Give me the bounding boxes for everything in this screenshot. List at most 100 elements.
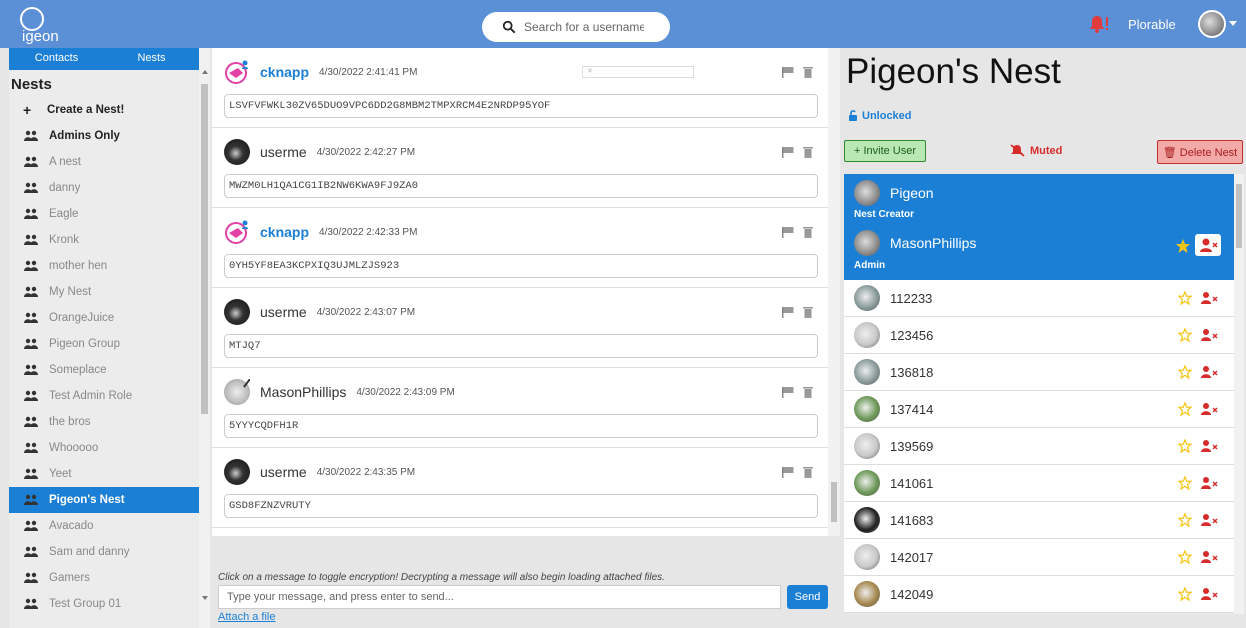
tab-contacts[interactable]: Contacts	[9, 48, 104, 70]
trash-icon[interactable]	[802, 146, 814, 158]
member-scroll-thumb[interactable]	[1236, 184, 1242, 248]
member-row[interactable]: 142049	[844, 576, 1234, 613]
flag-icon[interactable]	[782, 146, 794, 158]
sidebar-item-nest[interactable]: Eagle	[9, 201, 199, 227]
message-body[interactable]: 0YH5YF8EA3KCPXIQ3UJMLZJS923	[224, 254, 818, 278]
member-row[interactable]: 136818	[844, 354, 1234, 391]
member-row[interactable]: 141683	[844, 502, 1234, 539]
trash-icon[interactable]	[802, 386, 814, 398]
member-row[interactable]: 142017	[844, 539, 1234, 576]
star-outline-icon[interactable]	[1178, 587, 1192, 601]
user-menu-name[interactable]: Plorable	[1128, 17, 1176, 32]
sidebar-item-nest[interactable]: Test Admin Role	[9, 383, 199, 409]
sidebar-item-nest[interactable]: Sam and danny	[9, 539, 199, 565]
remove-user-icon[interactable]	[1200, 439, 1218, 453]
sidebar-scroll-thumb[interactable]	[201, 84, 208, 414]
star-outline-icon[interactable]	[1178, 291, 1192, 305]
star-outline-icon[interactable]	[1178, 550, 1192, 564]
message-body[interactable]: LSVFVFWKL30ZV65DUO9VPC6DD2G8MBM2TMPXRCM4…	[224, 94, 818, 118]
flag-icon[interactable]	[782, 386, 794, 398]
star-outline-icon[interactable]	[1178, 328, 1192, 342]
member-row[interactable]: 137414	[844, 391, 1234, 428]
chat-scroll-thumb[interactable]	[831, 482, 837, 522]
remove-user-icon[interactable]	[1200, 402, 1218, 416]
message-body[interactable]: GSD8FZNZVRUTY	[224, 494, 818, 518]
member-list-scrollbar[interactable]	[1234, 174, 1244, 614]
remove-user-icon[interactable]	[1200, 291, 1218, 305]
chevron-down-icon[interactable]	[1229, 21, 1237, 26]
message-item[interactable]: cknapp 4/30/2022 2:41:41 PM LSVFVFWKL30ZV6…	[212, 48, 828, 128]
pigeon-logo[interactable]: igeon	[12, 6, 72, 46]
remove-user-icon[interactable]	[1200, 513, 1218, 527]
message-body[interactable]: MWZM0LH1QA1CG1IB2NW6KWA9FJ9ZA0	[224, 174, 818, 198]
message-item[interactable]: cknapp 4/30/2022 2:42:33 PM 0YH5YF8EA3KCPX…	[212, 208, 828, 288]
message-body[interactable]: MTJQ7	[224, 334, 818, 358]
sidebar-item-nest[interactable]: Someplace	[9, 357, 199, 383]
message-item[interactable]: userme 4/30/2022 2:42:27 PM MWZM0LH1QA1CG1…	[212, 128, 828, 208]
notification-bell-icon[interactable]	[1088, 14, 1110, 34]
remove-user-icon[interactable]	[1200, 587, 1218, 601]
flag-icon[interactable]	[782, 66, 794, 78]
trash-icon[interactable]	[802, 66, 814, 78]
flag-icon[interactable]	[782, 226, 794, 238]
member-row[interactable]: 112233	[844, 280, 1234, 317]
trash-icon[interactable]	[802, 466, 814, 478]
star-outline-icon[interactable]	[1178, 439, 1192, 453]
sidebar-item-nest[interactable]: Kronk	[9, 227, 199, 253]
star-outline-icon[interactable]	[1178, 402, 1192, 416]
member-row[interactable]: 139569	[844, 428, 1234, 465]
message-input[interactable]	[218, 585, 781, 609]
trash-icon[interactable]	[802, 306, 814, 318]
sidebar-item-nest[interactable]: Avacado	[9, 513, 199, 539]
remove-user-icon[interactable]	[1200, 365, 1218, 379]
member-row[interactable]: 141061	[844, 465, 1234, 502]
sidebar-item-nest[interactable]: Pigeon Group	[9, 331, 199, 357]
sidebar-item-nest[interactable]: the bros	[9, 409, 199, 435]
scroll-down-icon[interactable]	[202, 596, 208, 600]
sidebar-item-nest[interactable]: Admins Only	[9, 123, 199, 149]
lock-status[interactable]: Unlocked	[848, 110, 912, 122]
remove-user-icon[interactable]	[1200, 476, 1218, 490]
member-row[interactable]: 123456	[844, 317, 1234, 354]
attach-file-link[interactable]: Attach a file	[218, 611, 275, 623]
sidebar-item-nest[interactable]: My Nest	[9, 279, 199, 305]
mute-toggle[interactable]: Muted	[1010, 144, 1062, 157]
invite-user-button[interactable]: + Invite User	[844, 140, 926, 162]
message-item[interactable]: userme 4/30/2022 2:43:07 PM MTJQ7	[212, 288, 828, 368]
sidebar-item-label: OrangeJuice	[49, 312, 115, 324]
message-item[interactable]: MasonPhillips 4/30/2022 2:43:09 PM 5YYYCQD…	[212, 368, 828, 448]
delete-nest-button[interactable]: 🗑 Delete Nest	[1157, 140, 1243, 164]
message-body[interactable]: 5YYYCQDFH1R	[224, 414, 818, 438]
sidebar-item-nest[interactable]: Whooooo	[9, 435, 199, 461]
remove-user-icon[interactable]	[1200, 550, 1218, 564]
scroll-up-icon[interactable]	[202, 70, 208, 74]
tab-nests[interactable]: Nests	[104, 48, 199, 70]
message-item[interactable]: userme 4/30/2022 2:43:35 PM GSD8FZNZVRUTY	[212, 448, 828, 528]
flag-icon[interactable]	[782, 306, 794, 318]
star-outline-icon[interactable]	[1178, 513, 1192, 527]
star-outline-icon[interactable]	[1178, 476, 1192, 490]
star-outline-icon[interactable]	[1178, 365, 1192, 379]
star-filled-icon[interactable]	[1175, 238, 1191, 254]
sidebar-item-nest[interactable]: Pigeon's Nest	[9, 487, 199, 513]
sidebar-item-nest[interactable]: Test Group 01	[9, 591, 199, 617]
admin-row[interactable]: MasonPhillips	[854, 230, 976, 256]
flag-icon[interactable]	[782, 466, 794, 478]
chat-scrollbar[interactable]	[828, 48, 840, 536]
remove-user-icon[interactable]	[1200, 328, 1218, 342]
creator-row[interactable]: Pigeon	[854, 180, 934, 206]
sidebar-item-nest[interactable]: OrangeJuice	[9, 305, 199, 331]
sidebar-item-nest[interactable]: Yeet	[9, 461, 199, 487]
user-avatar[interactable]	[1198, 10, 1226, 38]
sidebar-item-label: Sam and danny	[49, 546, 130, 558]
sidebar-item-nest[interactable]: mother hen	[9, 253, 199, 279]
create-nest-button[interactable]: + Create a Nest!	[9, 97, 199, 123]
sidebar-item-nest[interactable]: A nest	[9, 149, 199, 175]
remove-admin-button[interactable]	[1195, 234, 1221, 256]
sidebar-item-nest[interactable]: danny	[9, 175, 199, 201]
trash-icon[interactable]	[802, 226, 814, 238]
search-input[interactable]	[524, 20, 644, 34]
sidebar-item-nest[interactable]: Gamers	[9, 565, 199, 591]
send-button[interactable]: Send	[787, 585, 828, 609]
sidebar-scrollbar[interactable]	[199, 48, 210, 628]
